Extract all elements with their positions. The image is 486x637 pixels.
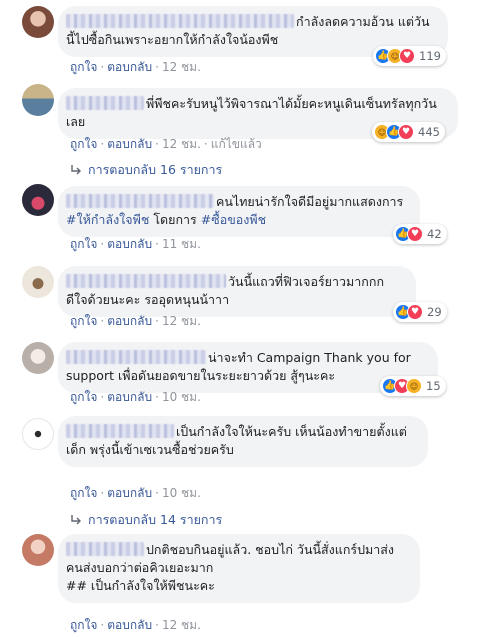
love-reaction-icon: ♥ [398, 124, 414, 140]
comment-actions: ถูกใจ · ตอบกลับ · 12 ชม. [70, 314, 201, 328]
reply-arrow-icon [71, 515, 81, 525]
reaction-summary[interactable]: 👍 ♥ 29 [393, 302, 447, 322]
replies-count-label[interactable]: การตอบกลับ 14 รายการ [88, 510, 222, 530]
comment-bubble: วันนี้แถวที่ฟิวเจอร์ยาวมากกก ดีใจด้วยนะค… [58, 266, 416, 317]
like-link[interactable]: ถูกใจ [70, 237, 97, 251]
timestamp[interactable]: 12 ชม. [162, 137, 201, 151]
love-reaction-icon: ♥ [407, 304, 423, 320]
timestamp[interactable]: 10 ชม. [162, 486, 201, 500]
like-link[interactable]: ถูกใจ [70, 486, 97, 500]
reaction-summary[interactable]: ☺ 👍 ♥ 445 [372, 122, 445, 142]
avatar[interactable] [22, 6, 54, 38]
reaction-count: 119 [419, 49, 441, 63]
comment-actions: ถูกใจ · ตอบกลับ · 10 ชม. [70, 390, 201, 404]
comment-actions: ถูกใจ · ตอบกลับ · 12 ชม. · แก้ไขแล้ว [70, 137, 262, 151]
like-link[interactable]: ถูกใจ [70, 390, 97, 404]
comment-thread: กำลังลดความอ้วน แต่วันนี้ไปซื้อกินเพราะอ… [0, 0, 486, 637]
comment-bubble: เป็นกำลังใจให้นะครับ เห็นน้องทำขายตั้งแต… [58, 416, 428, 467]
hashtag-link[interactable]: #ให้กำลังใจพีช [66, 212, 149, 227]
reaction-count: 445 [418, 125, 440, 139]
comment-text: โดยการ [153, 212, 197, 227]
like-link[interactable]: ถูกใจ [70, 618, 97, 632]
like-link[interactable]: ถูกใจ [70, 60, 97, 74]
reply-link[interactable]: ตอบกลับ [107, 237, 152, 251]
reaction-count: 29 [427, 305, 442, 319]
comment-actions: ถูกใจ · ตอบกลับ · 11 ชม. [70, 237, 201, 251]
reply-link[interactable]: ตอบกลับ [107, 618, 152, 632]
comment-text-line: คนส่งบอกว่าต่อคิวเยอะมาก [66, 560, 214, 575]
haha-reaction-icon: ☺ [406, 378, 422, 394]
blurred-author-name[interactable] [66, 350, 206, 364]
love-reaction-icon: ♥ [407, 226, 423, 242]
like-link[interactable]: ถูกใจ [70, 314, 97, 328]
reply-link[interactable]: ตอบกลับ [107, 60, 152, 74]
comment-text: คนไทยน่ารักใจดีมีอยู่มากแสดงการ [216, 194, 404, 209]
avatar[interactable] [22, 84, 54, 116]
avatar[interactable] [22, 266, 54, 298]
reply-link[interactable]: ตอบกลับ [107, 314, 152, 328]
comment-bubble: คนไทยน่ารักใจดีมีอยู่มากแสดงการ #ให้กำลั… [58, 186, 420, 237]
hashtag-link[interactable]: #ซื้อของพีช [201, 212, 266, 227]
comment-text-line: ปกติชอบกินอยู่แล้ว. ชอบไก่ วันนี้สั่งแกร… [146, 542, 395, 557]
timestamp[interactable]: 12 ชม. [162, 618, 201, 632]
view-replies-link[interactable]: การตอบกลับ 14 รายการ [70, 510, 222, 530]
blurred-author-name[interactable] [66, 194, 214, 208]
blurred-author-name[interactable] [66, 542, 144, 556]
reply-link[interactable]: ตอบกลับ [107, 137, 152, 151]
like-link[interactable]: ถูกใจ [70, 137, 97, 151]
love-reaction-icon: ♥ [399, 48, 415, 64]
edited-label[interactable]: แก้ไขแล้ว [211, 137, 262, 151]
reaction-count: 15 [426, 379, 441, 393]
avatar[interactable] [22, 534, 54, 566]
blurred-author-name[interactable] [66, 274, 226, 288]
avatar[interactable] [22, 184, 54, 216]
blurred-author-name[interactable] [66, 14, 294, 28]
replies-count-label[interactable]: การตอบกลับ 16 รายการ [88, 160, 222, 180]
reply-link[interactable]: ตอบกลับ [107, 390, 152, 404]
timestamp[interactable]: 11 ชม. [162, 237, 201, 251]
reply-link[interactable]: ตอบกลับ [107, 486, 152, 500]
timestamp[interactable]: 12 ชม. [162, 60, 201, 74]
reply-arrow-icon [71, 165, 81, 175]
comment-actions: ถูกใจ · ตอบกลับ · 12 ชม. [70, 618, 201, 632]
avatar[interactable] [22, 342, 54, 374]
view-replies-link[interactable]: การตอบกลับ 16 รายการ [70, 160, 222, 180]
reaction-count: 42 [427, 227, 442, 241]
comment-text-line: ## เป็นกำลังใจให้พีชนะคะ [66, 578, 215, 593]
reaction-summary[interactable]: 👍 ♥ ☺ 15 [380, 376, 446, 396]
avatar[interactable] [22, 418, 54, 450]
blurred-author-name[interactable] [66, 96, 144, 110]
comment-actions: ถูกใจ · ตอบกลับ · 12 ชม. [70, 60, 201, 74]
reaction-summary[interactable]: 👍 ♥ 42 [393, 224, 447, 244]
timestamp[interactable]: 12 ชม. [162, 314, 201, 328]
blurred-author-name[interactable] [66, 424, 174, 438]
reaction-summary[interactable]: 👍 ☺ ♥ 119 [373, 46, 446, 66]
comment-bubble: ปกติชอบกินอยู่แล้ว. ชอบไก่ วันนี้สั่งแกร… [58, 534, 420, 603]
comment-actions: ถูกใจ · ตอบกลับ · 10 ชม. [70, 486, 201, 500]
timestamp[interactable]: 10 ชม. [162, 390, 201, 404]
